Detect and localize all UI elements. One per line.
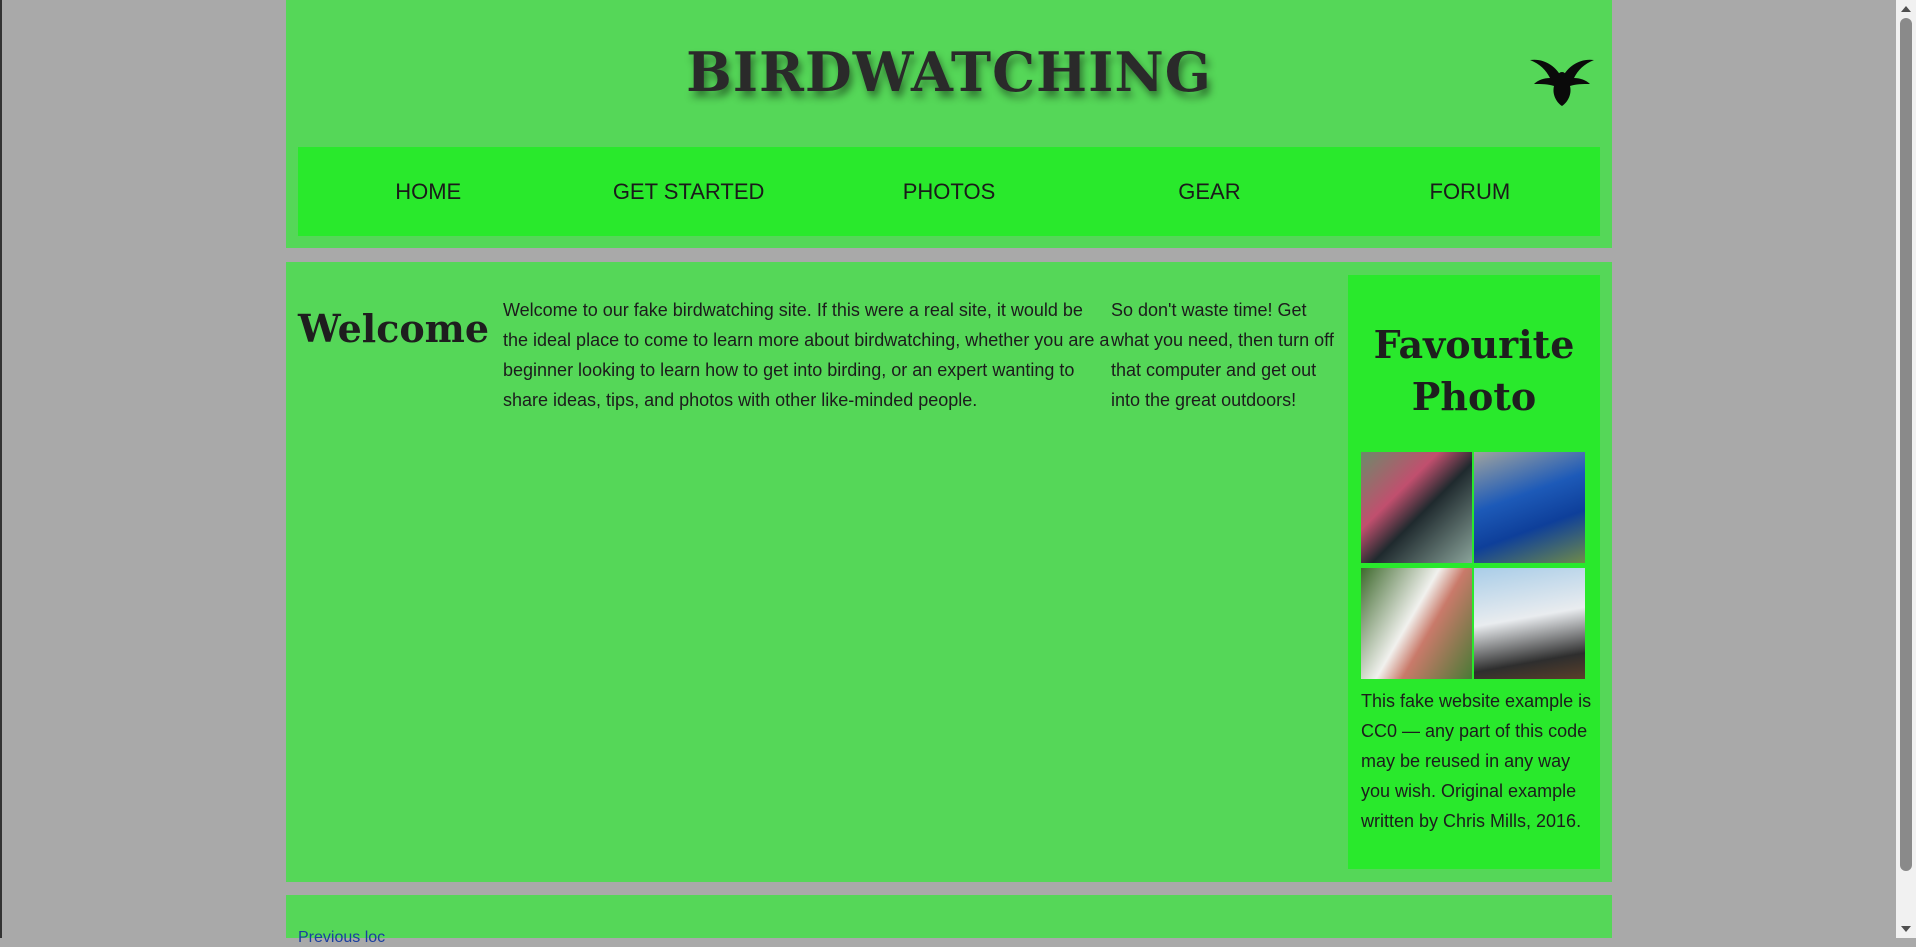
- main-content: Welcome Welcome to our fake birdwatching…: [286, 262, 1612, 882]
- scroll-up-arrow-icon[interactable]: [1901, 6, 1911, 12]
- scrollbar-thumb[interactable]: [1900, 18, 1912, 871]
- site-header: BIRDWATCHING HOME GET STARTED PHOTOS GEA…: [286, 0, 1612, 248]
- main-nav: HOME GET STARTED PHOTOS GEAR FORUM: [298, 147, 1600, 236]
- outdoors-paragraph: So don't waste time! Get what you need, …: [1111, 300, 1334, 410]
- site-footer: Previous loc: [286, 895, 1612, 946]
- bird-silhouette-icon: [1530, 59, 1594, 106]
- footer-link[interactable]: Previous loc: [298, 929, 385, 947]
- white-ibis-photo: [1361, 568, 1472, 679]
- stork-photo: [1474, 568, 1585, 679]
- nav-photos[interactable]: PHOTOS: [819, 179, 1079, 205]
- favourite-photo-sidebar: Favourite Photo This fake website exampl…: [1348, 275, 1600, 869]
- nav-get-started[interactable]: GET STARTED: [558, 179, 818, 205]
- peacock-photo: [1474, 452, 1585, 563]
- site-title: BIRDWATCHING: [686, 40, 1212, 104]
- nav-gear[interactable]: GEAR: [1079, 179, 1339, 205]
- tui-bird-photo: [1361, 452, 1472, 563]
- welcome-heading: Welcome: [298, 306, 490, 351]
- welcome-paragraph: Welcome to our fake birdwatching site. I…: [503, 300, 1110, 410]
- photo-grid: [1361, 452, 1587, 681]
- favourite-photo-heading: Favourite Photo: [1373, 322, 1575, 419]
- nav-forum[interactable]: FORUM: [1340, 179, 1600, 205]
- window-edge: [0, 0, 2, 938]
- license-text: This fake website example is CC0 — any p…: [1361, 691, 1592, 831]
- nav-home[interactable]: HOME: [298, 179, 558, 205]
- vertical-scrollbar[interactable]: [1896, 0, 1916, 938]
- scroll-down-arrow-icon[interactable]: [1901, 926, 1911, 932]
